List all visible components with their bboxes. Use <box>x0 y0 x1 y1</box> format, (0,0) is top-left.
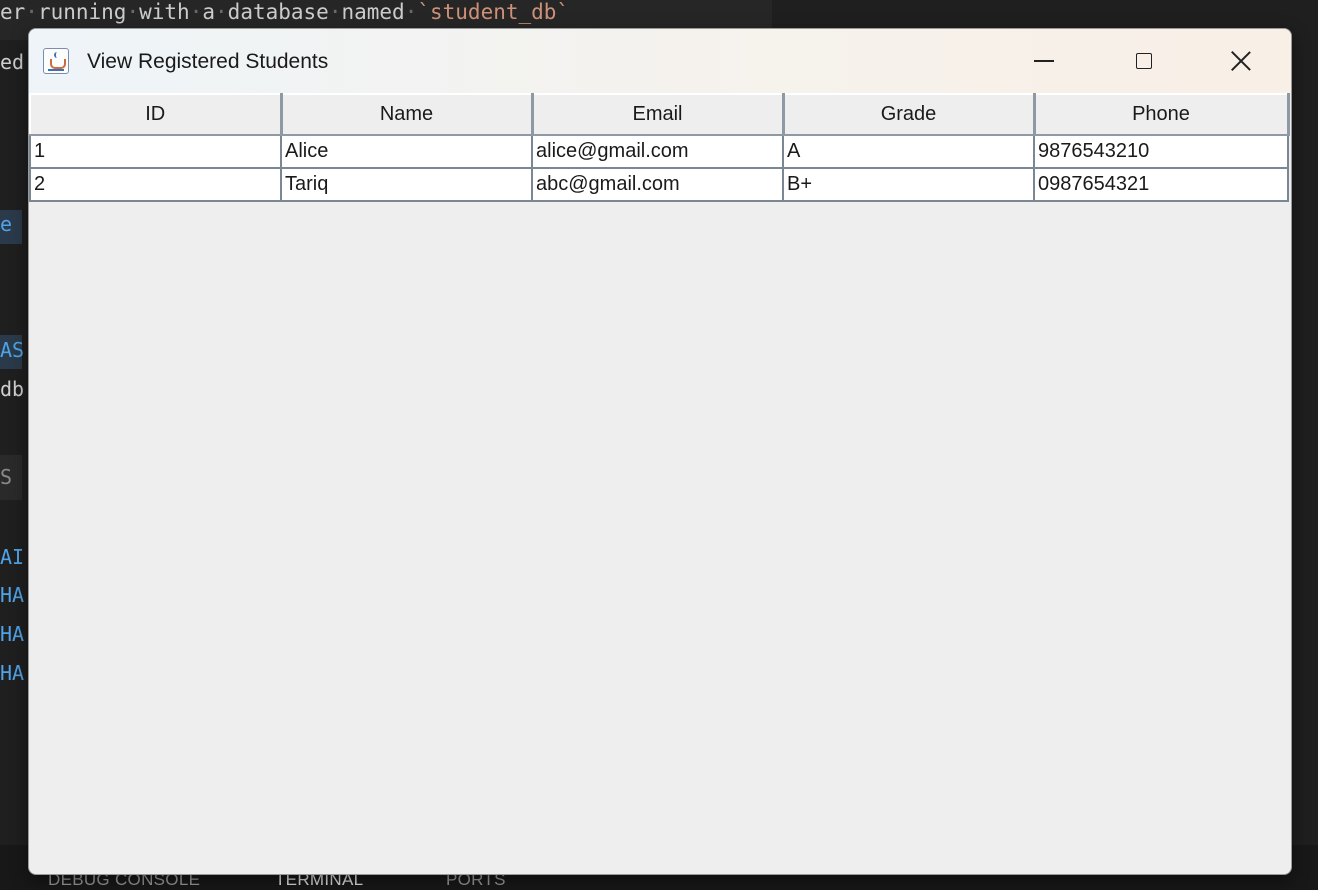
cell-phone[interactable]: 9876543210 <box>1033 134 1289 169</box>
column-header-email[interactable]: Email <box>531 93 785 136</box>
students-table[interactable]: ID Name Email Grade Phone 1 Alice alice@… <box>29 93 1290 202</box>
maximize-button[interactable] <box>1094 29 1194 93</box>
minimize-icon <box>1034 60 1054 62</box>
cell-phone[interactable]: 0987654321 <box>1033 167 1289 202</box>
cell-id[interactable]: 2 <box>29 167 282 202</box>
editor-fragment: S <box>0 465 13 489</box>
cell-name[interactable]: Alice <box>280 134 533 169</box>
column-header-name[interactable]: Name <box>280 93 534 136</box>
window-title: View Registered Students <box>87 50 329 73</box>
close-icon <box>1231 51 1251 71</box>
column-header-phone[interactable]: Phone <box>1033 93 1290 136</box>
editor-fragment: ed <box>0 50 25 74</box>
java-cup-icon[interactable] <box>43 48 69 74</box>
cell-grade[interactable]: A <box>782 134 1035 169</box>
editor-fragment: db <box>0 377 25 401</box>
editor-fragment: AS <box>0 338 25 362</box>
editor-fragment: HA <box>0 622 25 646</box>
close-button[interactable] <box>1191 29 1291 93</box>
table-row[interactable]: 1 Alice alice@gmail.com A 9876543210 <box>29 134 1289 169</box>
table-row[interactable]: 2 Tariq abc@gmail.com B+ 0987654321 <box>29 167 1289 202</box>
cell-grade[interactable]: B+ <box>782 167 1035 202</box>
editor-fragment: e <box>0 212 13 236</box>
minimize-button[interactable] <box>994 29 1094 93</box>
cell-email[interactable]: alice@gmail.com <box>531 134 784 169</box>
title-bar[interactable]: View Registered Students <box>29 29 1291 93</box>
editor-code-line: er·running·with·a·database·named·`studen… <box>0 0 570 24</box>
cell-id[interactable]: 1 <box>29 134 282 169</box>
editor-fragment: HA <box>0 583 25 607</box>
cell-name[interactable]: Tariq <box>280 167 533 202</box>
column-header-id[interactable]: ID <box>29 93 283 136</box>
cell-email[interactable]: abc@gmail.com <box>531 167 784 202</box>
students-window: View Registered Students ID Name Email G… <box>28 28 1292 875</box>
column-header-grade[interactable]: Grade <box>782 93 1036 136</box>
table-header-row: ID Name Email Grade Phone <box>29 93 1290 136</box>
editor-fragment: HA <box>0 661 25 685</box>
editor-fragment: AI <box>0 545 25 569</box>
maximize-icon <box>1136 53 1152 69</box>
